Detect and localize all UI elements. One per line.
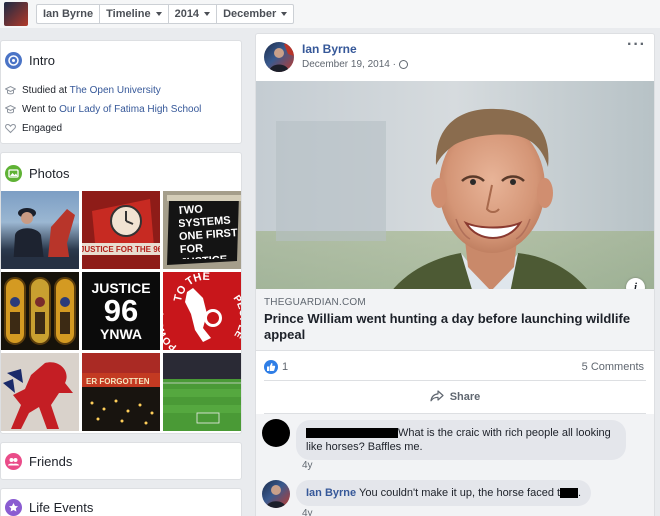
friends-title: Friends [29, 454, 73, 469]
link-domain: THEGUARDIAN.COM [264, 297, 366, 308]
intro-education-row: Studied at The Open University [4, 85, 161, 96]
photo-thumbnail[interactable]: JUSTICE 96 YNWA [82, 272, 160, 350]
school-link[interactable]: The Open University [70, 85, 161, 96]
photo-caption: POWER [163, 311, 179, 350]
photo-caption: ER FORGOTTEN [86, 377, 150, 386]
post-author-name[interactable]: Ian Byrne [302, 42, 357, 56]
photo-thumbnail[interactable]: ER FORGOTTEN [82, 353, 160, 431]
commenter-avatar[interactable] [262, 419, 290, 447]
photos-icon [5, 165, 22, 182]
photo-thumbnail[interactable]: JUSTICE FOR THE 96 [82, 191, 160, 269]
photo-thumbnail[interactable] [163, 353, 241, 431]
photo-grid: JUSTICE FOR THE 96 TWO SYSTEMS ONE FIRST… [1, 191, 241, 431]
crumb-month[interactable]: December [217, 5, 293, 23]
comment-time[interactable]: 4y [302, 460, 313, 471]
author-avatar[interactable] [264, 42, 294, 72]
photo-caption: YNWA [100, 326, 142, 342]
photo-thumbnail[interactable]: TO THE POWER PEOPLE [163, 272, 241, 350]
link-preview-meta[interactable]: THEGUARDIAN.COM Prince William went hunt… [256, 289, 654, 351]
redacted-name [306, 428, 398, 439]
crumb-profile[interactable]: Ian Byrne [37, 5, 101, 23]
life-events-card[interactable]: Life Events [0, 488, 242, 516]
crumb-label: Timeline [106, 8, 151, 20]
comment-bubble: What is the craic with rich people all l… [296, 420, 626, 460]
chevron-down-icon [281, 12, 288, 16]
photo-thumbnail[interactable]: TWO SYSTEMS ONE FIRST FOR JUSTICE [163, 191, 241, 269]
graduation-cap-icon [4, 104, 17, 115]
intro-card: Intro Studied at The Open University Wen… [0, 40, 242, 144]
like-icon [264, 360, 278, 374]
photo-caption: 96 [103, 293, 139, 328]
photo-thumbnail[interactable] [1, 353, 79, 431]
friends-card[interactable]: Friends [0, 442, 242, 480]
redacted-word [560, 488, 579, 499]
svg-text:POWER: POWER [163, 311, 179, 350]
crumb-label: December [223, 8, 277, 20]
comment-text: You couldn't make it up, the horse faced… [359, 487, 561, 499]
link-preview-image[interactable] [256, 81, 654, 323]
intro-relationship: Engaged [22, 123, 63, 134]
crumb-label: Ian Byrne [43, 8, 94, 20]
post-timestamp[interactable]: December 19, 2014 · [302, 59, 408, 70]
commenter-avatar[interactable] [262, 480, 290, 508]
comments-section: What is the craic with rich people all l… [256, 414, 654, 516]
intro-prefix: Went to [22, 104, 60, 115]
photos-title: Photos [29, 166, 70, 181]
graduation-cap-icon [4, 85, 17, 96]
share-label: Share [449, 391, 481, 403]
comment-bubble: Ian Byrne You couldn't make it up, the h… [296, 480, 592, 506]
post-date-text: December 19, 2014 · [302, 59, 396, 70]
reactions-summary[interactable]: 1 [264, 360, 288, 374]
more-options-icon[interactable]: ··· [627, 36, 646, 54]
photo-caption: PEOPLE [231, 293, 241, 340]
friends-icon [5, 453, 22, 470]
crumb-timeline[interactable]: Timeline [100, 5, 169, 23]
crumb-year[interactable]: 2014 [169, 5, 218, 23]
like-count: 1 [282, 361, 289, 373]
intro-school-row: Went to Our Lady of Fatima High School [4, 104, 201, 115]
intro-title: Intro [29, 53, 56, 68]
svg-text:PEOPLE: PEOPLE [231, 293, 241, 340]
comment-time[interactable]: 4y [302, 508, 313, 516]
comment-author[interactable]: Ian Byrne [306, 487, 356, 499]
intro-prefix: Studied at [22, 85, 70, 96]
intro-icon [5, 52, 22, 69]
photo-thumbnail[interactable] [1, 191, 79, 269]
globe-icon [398, 60, 408, 69]
school-link[interactable]: Our Lady of Fatima High School [59, 104, 201, 115]
chevron-down-icon [155, 12, 162, 16]
post-card: Ian Byrne December 19, 2014 · ··· i THEG… [255, 33, 655, 516]
share-button[interactable]: Share [264, 380, 646, 414]
photo-caption: JUSTICE FOR THE 96 [82, 245, 160, 254]
profile-thumbnail[interactable] [4, 2, 28, 26]
life-events-title: Life Events [29, 500, 94, 515]
crumb-label: 2014 [174, 8, 200, 20]
photos-card: Photos JUSTICE FOR THE 96 TWO SYSTEMS ON… [0, 152, 242, 434]
comments-count[interactable]: 5 Comments [582, 361, 644, 373]
photo-caption: TWO SYSTEMS ONE FIRST FOR JUSTICE [179, 203, 238, 259]
intro-relationship-row: Engaged [5, 123, 62, 134]
photo-thumbnail[interactable] [1, 272, 79, 350]
share-icon [430, 389, 444, 405]
life-events-icon [5, 499, 22, 516]
breadcrumb: Ian Byrne Timeline 2014 December [36, 4, 295, 24]
chevron-down-icon [204, 12, 211, 16]
link-title[interactable]: Prince William went hunting a day before… [264, 311, 634, 343]
heart-icon [5, 123, 16, 134]
timeline-topbar: Ian Byrne Timeline 2014 December [0, 0, 660, 28]
